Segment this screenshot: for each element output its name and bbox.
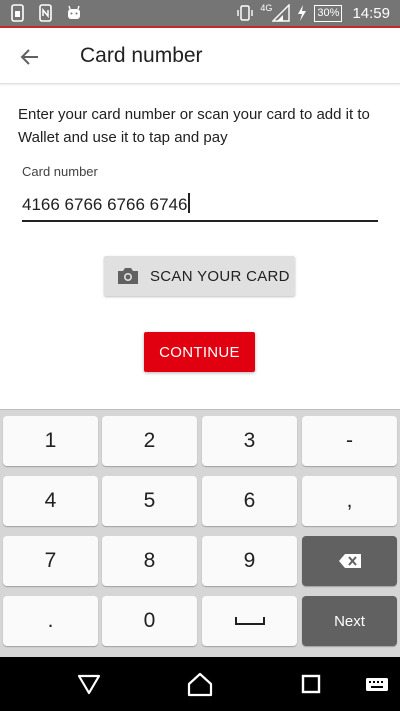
numeric-keyboard: 1 2 3 - 4 5 6 , 7 8 9 . 0 Next bbox=[0, 409, 400, 657]
key-comma[interactable]: , bbox=[302, 476, 397, 526]
key-9[interactable]: 9 bbox=[202, 536, 297, 586]
scan-card-label: SCAN YOUR CARD bbox=[150, 267, 290, 285]
instruction-text: Enter your card number or scan your card… bbox=[18, 106, 370, 146]
battery-level: 30% bbox=[314, 4, 343, 22]
navigation-bar bbox=[0, 657, 400, 711]
scan-card-button[interactable]: SCAN YOUR CARD bbox=[104, 256, 295, 296]
back-triangle-icon[interactable] bbox=[75, 671, 103, 697]
page-title: Card number bbox=[80, 44, 203, 67]
keyboard-switch-icon[interactable] bbox=[364, 671, 390, 697]
backspace-icon bbox=[338, 554, 361, 568]
key-next[interactable]: Next bbox=[302, 596, 397, 646]
continue-button[interactable]: CONTINUE bbox=[144, 332, 255, 372]
card-number-value: 4166 6766 6766 6746 bbox=[22, 195, 188, 214]
key-minus[interactable]: - bbox=[302, 416, 397, 466]
vibrate-icon bbox=[237, 5, 254, 21]
screen: 4G 30% 14:59 Card number Enter your card… bbox=[0, 0, 400, 711]
card-number-value-wrap: 4166 6766 6766 6746 bbox=[22, 193, 190, 215]
app-bar: Card number bbox=[0, 30, 400, 84]
sim-card-icon bbox=[11, 4, 24, 22]
back-arrow-icon[interactable] bbox=[16, 43, 44, 71]
key-3[interactable]: 3 bbox=[202, 416, 297, 466]
card-number-label: Card number bbox=[22, 164, 98, 179]
status-bar: 4G 30% 14:59 bbox=[0, 0, 400, 28]
key-0[interactable]: 0 bbox=[102, 596, 197, 646]
camera-icon bbox=[118, 268, 138, 284]
clock: 14:59 bbox=[352, 4, 390, 22]
key-6[interactable]: 6 bbox=[202, 476, 297, 526]
android-bot-icon bbox=[68, 5, 80, 19]
key-8[interactable]: 8 bbox=[102, 536, 197, 586]
key-2[interactable]: 2 bbox=[102, 416, 197, 466]
key-1[interactable]: 1 bbox=[3, 416, 98, 466]
signal-icon bbox=[272, 4, 291, 22]
key-5[interactable]: 5 bbox=[102, 476, 197, 526]
key-4[interactable]: 4 bbox=[3, 476, 98, 526]
network-type: 4G bbox=[260, 3, 273, 13]
key-backspace[interactable] bbox=[302, 536, 397, 586]
system-icons: 4G 30% 14:59 bbox=[236, 3, 390, 22]
nfc-tag-icon bbox=[39, 4, 52, 22]
text-cursor bbox=[188, 193, 190, 213]
key-period[interactable]: . bbox=[3, 596, 98, 646]
recents-square-icon[interactable] bbox=[297, 671, 325, 697]
key-space[interactable] bbox=[202, 596, 297, 646]
key-7[interactable]: 7 bbox=[3, 536, 98, 586]
notification-icons bbox=[10, 4, 82, 22]
charging-bolt-icon bbox=[298, 5, 307, 21]
home-icon[interactable] bbox=[186, 671, 214, 697]
space-bar-icon bbox=[234, 617, 265, 625]
